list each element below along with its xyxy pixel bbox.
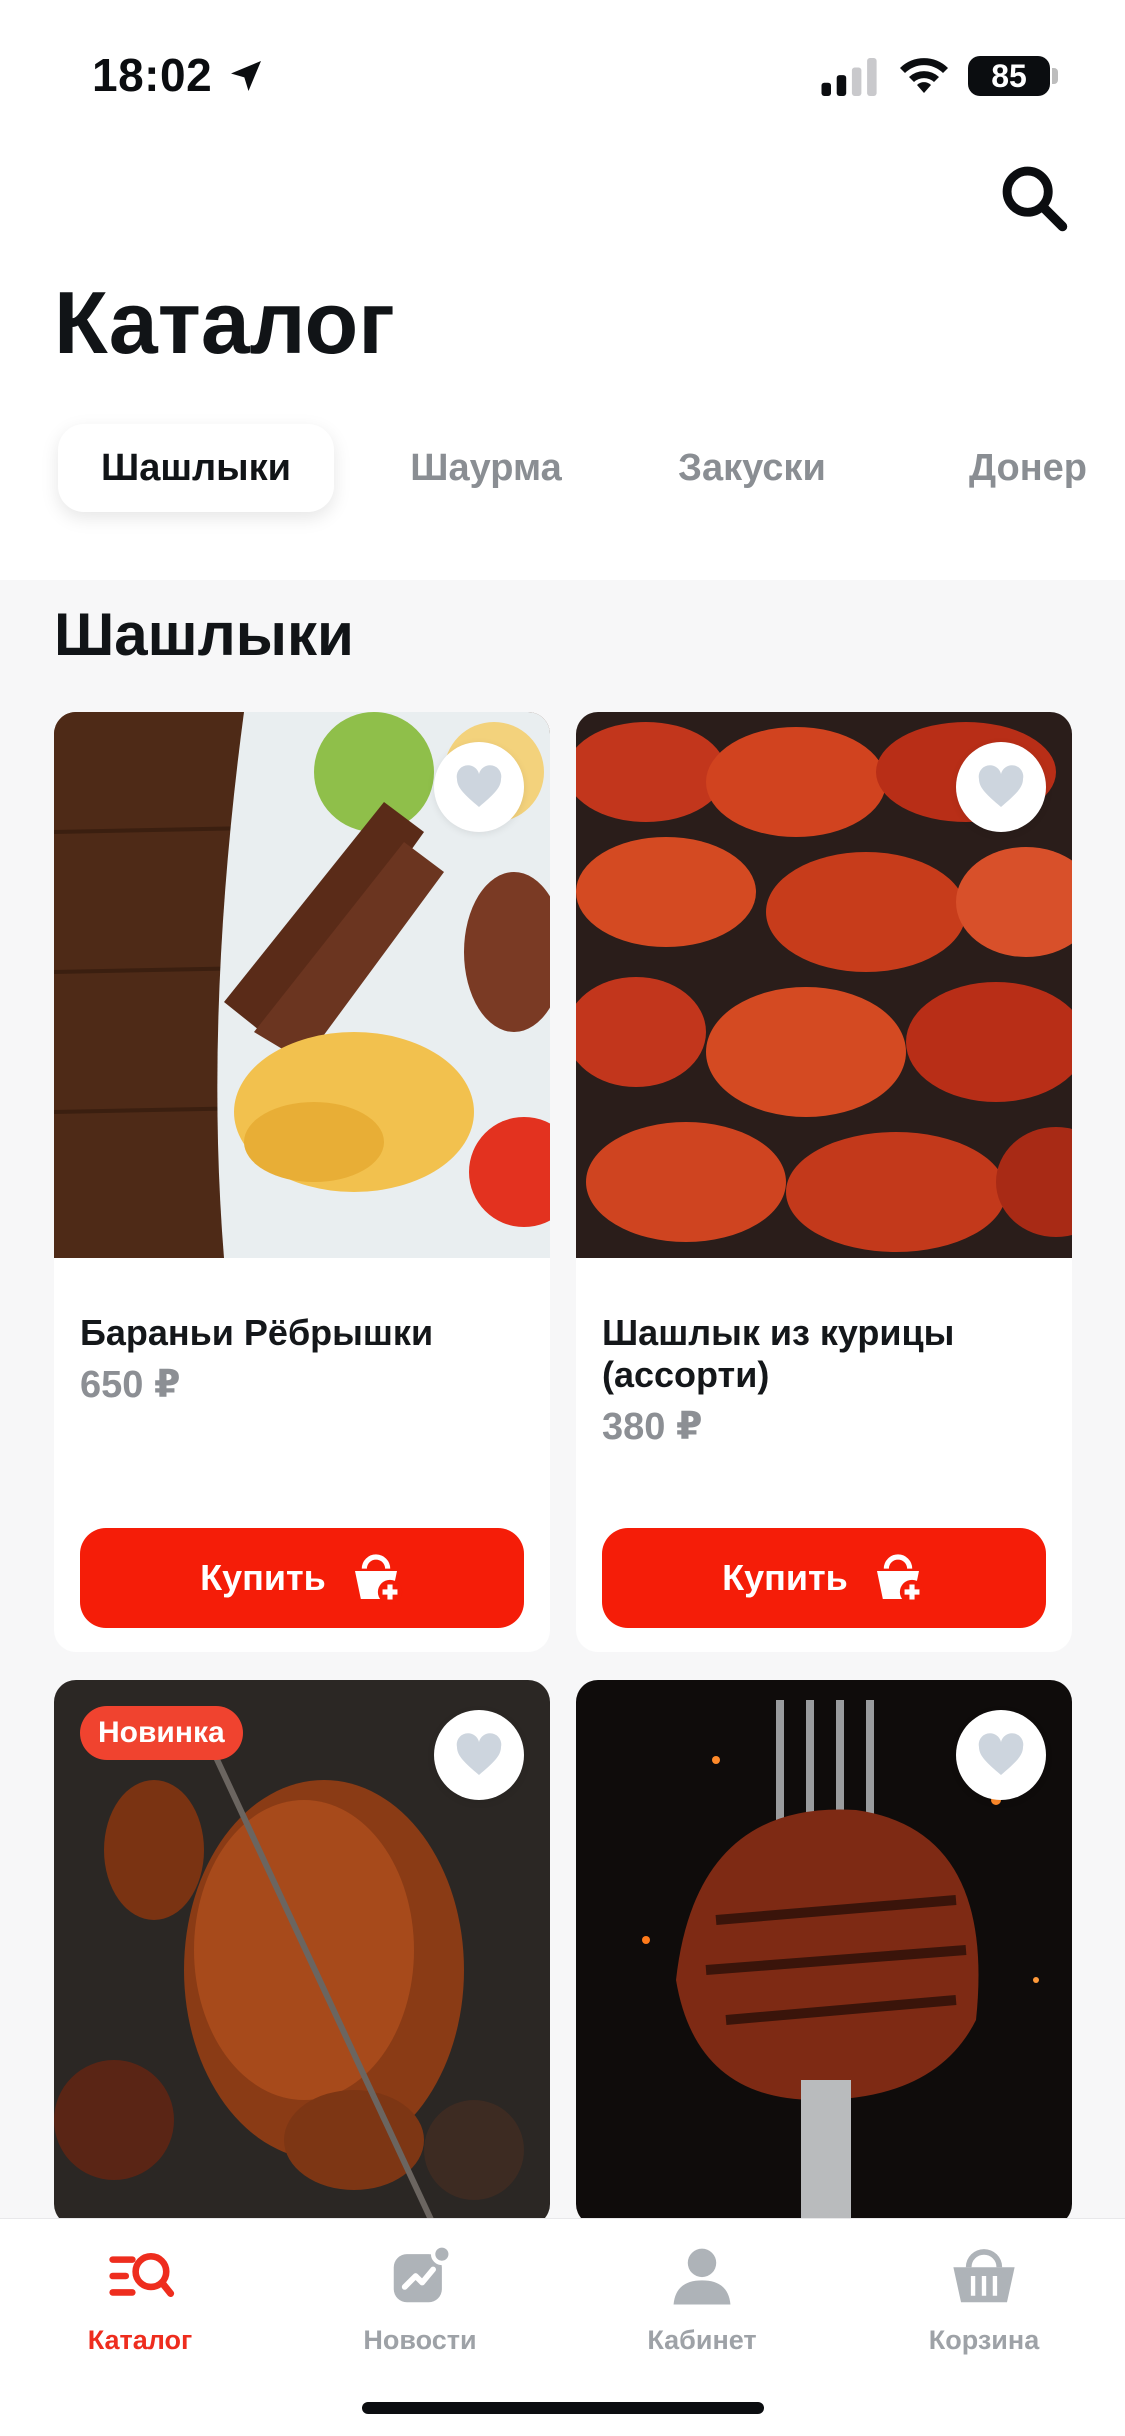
tab-doner[interactable]: Донер <box>928 424 1125 512</box>
add-to-cart-icon <box>876 1554 924 1605</box>
new-badge: Новинка <box>80 1706 243 1760</box>
product-card[interactable] <box>576 1680 1072 2226</box>
product-price: 650 ₽ <box>80 1364 181 1406</box>
product-card[interactable]: Шашлык из курицы (ассорти) 380 ₽ Купить <box>576 712 1072 1652</box>
product-price: 380 ₽ <box>602 1406 703 1448</box>
cellular-signal-icon <box>821 58 877 96</box>
buy-button-label: Купить <box>200 1557 326 1598</box>
buy-button[interactable]: Купить <box>80 1528 524 1628</box>
battery-indicator: 85 <box>968 56 1050 96</box>
home-indicator <box>362 2402 764 2414</box>
search-icon[interactable] <box>996 160 1072 236</box>
favorite-button[interactable] <box>956 1710 1046 1800</box>
heart-icon <box>978 1733 1024 1775</box>
product-name: Шашлык из курицы (ассорти) <box>602 1312 955 1395</box>
news-icon <box>393 2243 453 2303</box>
heart-icon <box>978 765 1024 807</box>
category-tabs: Шашлыки Шаурма Закуски Донер <box>58 424 1125 514</box>
nav-item-news[interactable]: Новости <box>300 2241 540 2381</box>
buy-button[interactable]: Купить <box>602 1528 1046 1628</box>
nav-item-profile[interactable]: Кабинет <box>582 2241 822 2381</box>
section-title: Шашлыки <box>54 601 354 668</box>
basket-icon <box>953 2249 1015 2303</box>
tab-shaurma[interactable]: Шаурма <box>376 424 596 512</box>
wifi-icon <box>900 58 948 93</box>
add-to-cart-icon <box>354 1554 402 1605</box>
status-time: 18:02 <box>92 49 213 101</box>
nav-label: Корзина <box>928 2325 1040 2355</box>
heart-icon <box>456 765 502 807</box>
heart-icon <box>456 1733 502 1775</box>
nav-item-catalog[interactable]: Каталог <box>20 2241 260 2381</box>
tab-zakuski[interactable]: Закуски <box>642 424 862 512</box>
status-bar: 18:02 85 <box>0 0 1125 150</box>
nav-label: Каталог <box>87 2325 193 2355</box>
catalog-icon <box>109 2253 175 2297</box>
favorite-button[interactable] <box>434 742 524 832</box>
battery-cap <box>1052 68 1058 84</box>
nav-label: Новости <box>363 2325 477 2355</box>
page-title: Каталог <box>54 273 395 372</box>
profile-icon <box>673 2248 731 2305</box>
product-name: Бараньи Рёбрышки <box>80 1312 434 1353</box>
favorite-button[interactable] <box>434 1710 524 1800</box>
favorite-button[interactable] <box>956 742 1046 832</box>
nav-label: Кабинет <box>647 2325 757 2355</box>
product-card[interactable]: Новинка <box>54 1680 550 2226</box>
tab-shashlyki[interactable]: Шашлыки <box>58 424 334 512</box>
nav-item-basket[interactable]: Корзина <box>864 2241 1104 2381</box>
buy-button-label: Купить <box>722 1557 848 1598</box>
product-card[interactable]: Бараньи Рёбрышки 650 ₽ Купить <box>54 712 550 1652</box>
location-arrow-icon <box>231 61 261 91</box>
